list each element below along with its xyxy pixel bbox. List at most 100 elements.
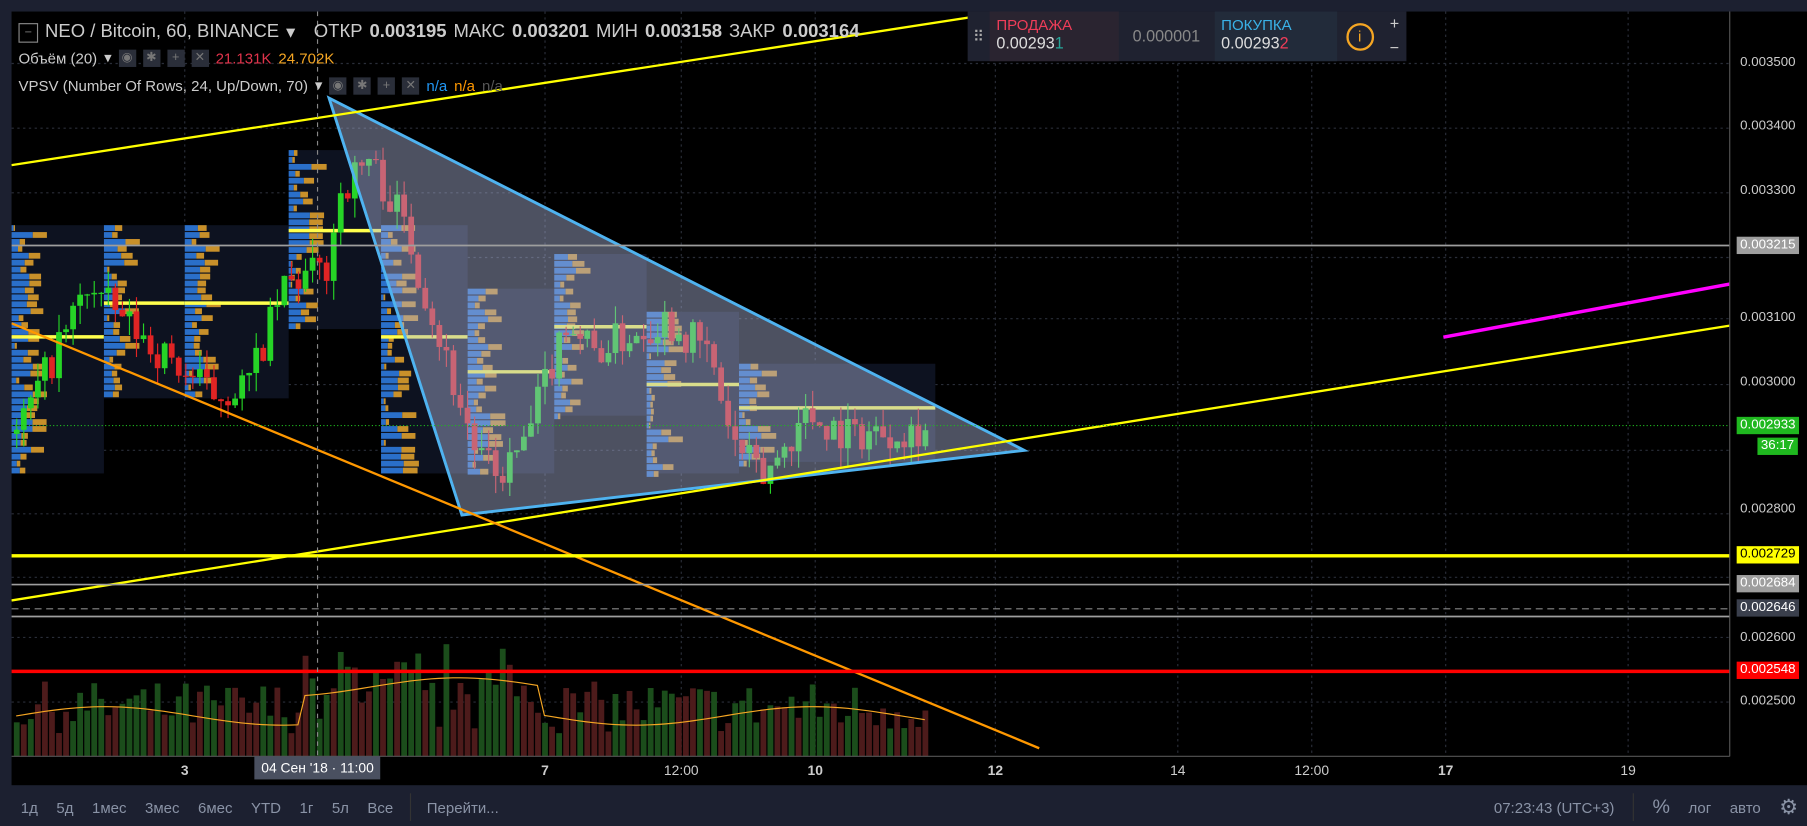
vpsv-down-bar	[114, 225, 123, 231]
vpsv-up-bar	[184, 315, 202, 322]
vpsv-down-bar	[399, 370, 412, 377]
vpsv-up-bar	[184, 273, 201, 280]
volume-bar	[647, 688, 654, 757]
vpsv-down-bar	[383, 398, 386, 405]
volume-bar	[894, 712, 901, 757]
candle	[344, 193, 351, 199]
volume-bar	[464, 694, 471, 757]
vpsv-down-bar	[384, 363, 387, 370]
volume-bar	[133, 695, 140, 757]
vpsv-down-bar	[124, 259, 138, 266]
volume-bar	[492, 684, 499, 757]
gear-icon[interactable]: ✱	[142, 49, 161, 67]
volume-bar	[239, 697, 246, 757]
vpsv-up-bar	[184, 259, 205, 266]
vpsv-down-bar	[14, 342, 17, 349]
price-axis-label: 0.002800	[1740, 502, 1796, 517]
range-button-5[interactable]: YTD	[251, 798, 281, 815]
chart-canvas[interactable]	[11, 11, 1807, 786]
volume-bar	[471, 728, 478, 757]
eye-icon[interactable]: ◉	[329, 76, 347, 95]
log-scale-toggle[interactable]: лог	[1688, 798, 1711, 815]
auto-scale-toggle[interactable]: авто	[1730, 798, 1761, 815]
vpsv-down-bar	[295, 323, 301, 330]
vpsv-up-bar	[184, 239, 192, 245]
vpsv-up-bar	[103, 370, 112, 377]
drag-handle-icon[interactable]: ⠿	[968, 12, 990, 62]
plus-icon[interactable]: +	[377, 76, 396, 95]
gear-icon[interactable]: ✱	[353, 76, 371, 95]
vpsv-down-bar	[113, 377, 121, 384]
vpsv-up-bar	[381, 405, 386, 412]
close-icon[interactable]: ✕	[191, 49, 209, 67]
symbol-legend: − NEO / Bitcoin, 60, BINANCE ▾ ОТКР 0.0031…	[18, 21, 859, 44]
buy-price-last-digit: 2	[1279, 33, 1289, 52]
percent-scale-toggle[interactable]: %	[1653, 796, 1670, 819]
volume-bar	[521, 685, 527, 757]
volume-value: 21.131K	[215, 49, 272, 67]
chart-area[interactable]	[11, 11, 1807, 786]
range-button-6[interactable]: 1г	[300, 798, 314, 815]
vpsv-up-bar	[11, 287, 25, 294]
volume-name[interactable]: Объём (20)	[18, 49, 97, 66]
symbol-title[interactable]: NEO / Bitcoin, 60, BINANCE	[45, 22, 279, 43]
quantity-plus-button[interactable]: +	[1383, 12, 1407, 36]
volume-bar	[830, 703, 837, 757]
vpsv-down-bar	[403, 460, 419, 467]
vpsv-up-bar	[103, 315, 108, 322]
vpsv-down-bar	[197, 225, 207, 231]
range-button-8[interactable]: Все	[367, 798, 393, 815]
vpsv-up-bar	[381, 356, 395, 363]
buy-button[interactable]: ПОКУПКА 0.002932	[1214, 11, 1337, 62]
range-button-4[interactable]: 6мес	[198, 798, 233, 815]
vpsv-up-bar	[11, 363, 33, 370]
range-button-7[interactable]: 5л	[332, 798, 349, 815]
volume-bar	[795, 717, 802, 757]
time-axis-label: 14	[1170, 762, 1186, 779]
candle	[161, 343, 168, 369]
volume-bar	[556, 733, 562, 757]
high-value: 0.003201	[512, 21, 590, 42]
candle	[218, 399, 224, 402]
plus-icon[interactable]: +	[167, 49, 185, 67]
vpsv-down-bar	[32, 419, 47, 425]
volume-bar	[182, 683, 189, 757]
quantity-minus-button[interactable]: −	[1383, 36, 1407, 60]
candle	[196, 369, 203, 378]
range-button-0[interactable]: 1д	[21, 798, 38, 815]
vpsv-up-bar	[381, 308, 388, 315]
info-button[interactable]: i	[1337, 12, 1383, 62]
close-icon[interactable]: ✕	[402, 76, 420, 95]
collapse-icon[interactable]: −	[18, 22, 39, 43]
settings-gear-icon[interactable]: ⚙	[1779, 795, 1798, 819]
info-icon: i	[1345, 22, 1374, 51]
vpsv-name[interactable]: VPSV (Number Of Rows, 24, Up/Down, 70)	[18, 77, 307, 94]
vpsv-up-bar	[103, 336, 120, 342]
volume-bar	[718, 731, 724, 757]
range-button-3[interactable]: 3мес	[145, 798, 180, 815]
vpsv-down-bar	[112, 232, 118, 238]
clock[interactable]: 07:23:43 (UTC+3)	[1494, 798, 1615, 815]
vpsv-down-bar	[300, 309, 310, 316]
vpsv-down-bar	[293, 150, 298, 156]
volume-bar	[781, 707, 788, 757]
chevron-down-icon[interactable]: ▾	[286, 21, 295, 44]
chevron-down-icon[interactable]: ▾	[104, 48, 112, 66]
volume-bar	[668, 693, 675, 757]
vpsv-down-bar	[387, 349, 392, 356]
candle	[337, 193, 344, 233]
volume-bar	[154, 683, 161, 757]
goto-date-button[interactable]: Перейти...	[427, 798, 499, 815]
spread-value: 0.000001	[1132, 26, 1201, 46]
vpsv-up-bar	[381, 426, 398, 432]
magenta-trend-line[interactable]	[1443, 282, 1731, 339]
candle	[112, 287, 119, 310]
vpsv-up-bar	[184, 225, 198, 231]
chevron-down-icon[interactable]: ▾	[315, 76, 323, 94]
candle	[204, 369, 210, 378]
range-button-2[interactable]: 1мес	[92, 798, 127, 815]
range-button-1[interactable]: 5д	[56, 798, 73, 815]
eye-icon[interactable]: ◉	[118, 49, 136, 67]
volume-bar	[922, 710, 929, 757]
sell-button[interactable]: ПРОДАЖА 0.002931	[989, 11, 1119, 62]
